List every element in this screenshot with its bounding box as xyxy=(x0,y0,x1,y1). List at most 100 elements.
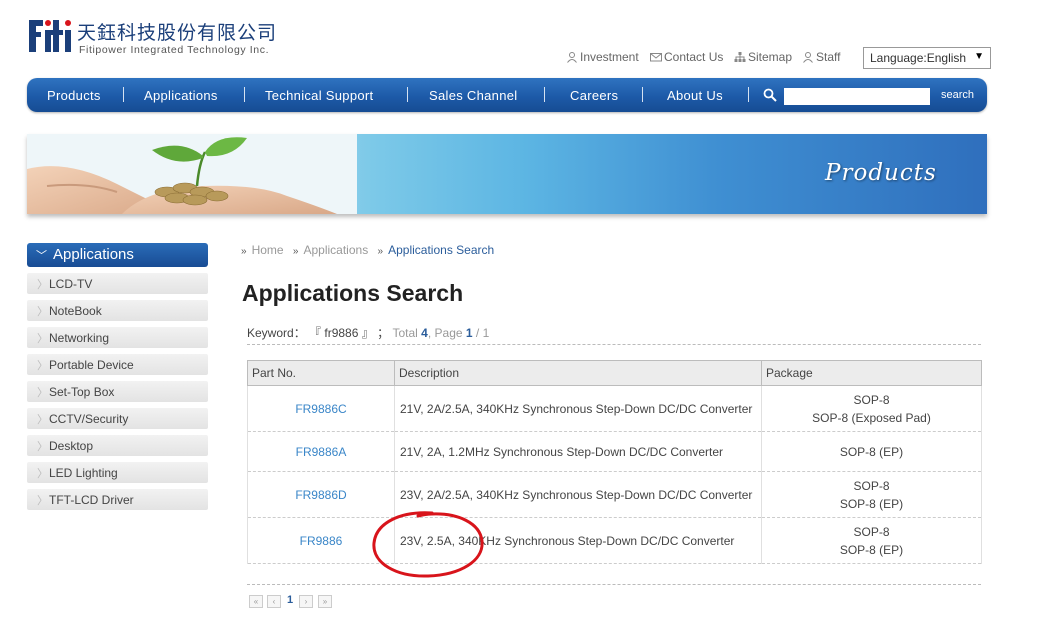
sidebar-item-tft-lcd-driver[interactable]: 〉 TFT-LCD Driver xyxy=(27,489,208,510)
table-row: FR9886 23V, 2.5A, 340KHz Synchronous Ste… xyxy=(247,517,982,564)
search-input[interactable] xyxy=(784,88,930,105)
keyword-separator: ； xyxy=(377,326,390,340)
nav-divider xyxy=(244,87,245,102)
breadcrumb-separator: » xyxy=(241,246,247,257)
dropdown-arrow-icon: ▼ xyxy=(974,51,984,62)
sidebar-item-cctv-security[interactable]: 〉 CCTV/Security xyxy=(27,408,208,429)
chevron-right-icon: 〉 xyxy=(37,414,48,426)
sidebar-item-lcd-tv[interactable]: 〉 LCD-TV xyxy=(27,273,208,294)
breadcrumb-separator: » xyxy=(292,246,299,257)
breadcrumb-applications[interactable]: Applications xyxy=(303,243,368,257)
divider xyxy=(247,584,981,585)
investment-label: Investment xyxy=(580,50,639,64)
red-annotation-circle xyxy=(372,511,484,578)
page-number: 1 xyxy=(465,326,473,340)
chevron-right-icon: 〉 xyxy=(37,495,48,507)
page-total: / 1 xyxy=(475,326,490,340)
contact-us-label: Contact Us xyxy=(664,50,724,64)
sidebar-item-label: TFT-LCD Driver xyxy=(49,493,134,507)
sidebar-item-set-top-box[interactable]: 〉 Set-Top Box xyxy=(27,381,208,402)
chevron-down-icon: ﹀ xyxy=(36,250,47,262)
sidebar-item-label: CCTV/Security xyxy=(49,412,129,426)
company-logo[interactable]: 天鈺科技股份有限公司 Fitipower Integrated Technolo… xyxy=(27,14,287,64)
sidebar-header[interactable]: ﹀ Applications xyxy=(27,243,208,267)
sidebar-item-led-lighting[interactable]: 〉 LED Lighting xyxy=(27,462,208,483)
package-cell: SOP-8 (EP) xyxy=(761,431,982,472)
nav-divider xyxy=(748,87,749,102)
language-value: Language:English xyxy=(870,51,967,65)
part-number-link[interactable]: FR9886A xyxy=(247,431,395,472)
nav-about-us[interactable]: About Us xyxy=(667,88,723,103)
table-row: FR9886C 21V, 2A/2.5A, 340KHz Synchronous… xyxy=(247,385,982,432)
package-value: SOP-8 (Exposed Pad) xyxy=(812,410,931,425)
page-title: Applications Search xyxy=(242,280,464,306)
sidebar-item-notebook[interactable]: 〉 NoteBook xyxy=(27,300,208,321)
search-icon xyxy=(763,88,777,102)
package-value: SOP-8 (EP) xyxy=(839,444,904,459)
sidebar-item-label: Networking xyxy=(49,331,110,345)
language-select[interactable]: Language:English ▼ xyxy=(863,47,991,69)
hands-seedling-image xyxy=(27,134,357,214)
chevron-right-icon: 〉 xyxy=(37,333,48,345)
total-count: 4 xyxy=(421,326,428,340)
main-navbar: Products Applications Technical Support … xyxy=(27,78,987,112)
table-row: FR9886A 21V, 2A, 1.2MHz Synchronous Step… xyxy=(247,431,982,472)
chevron-right-icon: 〉 xyxy=(37,441,48,453)
package-value: SOP-8 xyxy=(853,392,890,407)
sidebar-item-networking[interactable]: 〉 Networking xyxy=(27,327,208,348)
products-banner: Products xyxy=(27,134,987,214)
person-icon xyxy=(803,52,813,63)
nav-careers[interactable]: Careers xyxy=(570,88,618,103)
investment-link[interactable]: Investment xyxy=(566,50,639,64)
company-name-cn: 天鈺科技股份有限公司 xyxy=(77,22,278,44)
column-header-description: Description xyxy=(394,360,762,386)
staff-link[interactable]: Staff xyxy=(802,50,840,64)
package-value: SOP-8 xyxy=(853,478,890,493)
page-label: , Page xyxy=(427,326,463,340)
package-value: SOP-8 (EP) xyxy=(839,542,904,557)
search-button[interactable]: search xyxy=(941,89,974,101)
next-page-button[interactable]: › xyxy=(299,595,313,608)
description-cell: 21V, 2A/2.5A, 340KHz Synchronous Step-Do… xyxy=(394,385,762,432)
nav-sales-channel[interactable]: Sales Channel xyxy=(429,88,517,103)
nav-technical-support[interactable]: Technical Support xyxy=(265,88,373,103)
nav-divider xyxy=(407,87,408,102)
staff-label: Staff xyxy=(816,50,841,64)
package-cell: SOP-8 SOP-8 (EP) xyxy=(761,471,982,518)
last-page-button[interactable]: » xyxy=(318,595,332,608)
sidebar-item-label: LCD-TV xyxy=(49,277,93,291)
sidebar-item-label: Desktop xyxy=(49,439,94,453)
current-page[interactable]: 1 xyxy=(287,594,293,606)
breadcrumb-home[interactable]: Home xyxy=(252,243,284,257)
package-value: SOP-8 xyxy=(853,524,890,539)
table-header-row: Part No. Description Package xyxy=(247,360,982,386)
sitemap-icon xyxy=(734,52,746,62)
banner-title: Products xyxy=(825,160,937,186)
chevron-right-icon: 〉 xyxy=(37,306,48,318)
divider xyxy=(247,344,981,345)
sidebar-item-desktop[interactable]: 〉 Desktop xyxy=(27,435,208,456)
breadcrumb-current: Applications Search xyxy=(388,243,495,257)
chevron-right-icon: 〉 xyxy=(37,468,48,480)
sitemap-link[interactable]: Sitemap xyxy=(734,50,792,64)
first-page-button[interactable]: « xyxy=(249,595,263,608)
part-number-link[interactable]: FR9886C xyxy=(247,385,395,432)
nav-divider xyxy=(123,87,124,102)
envelope-icon xyxy=(650,53,662,62)
breadcrumb-separator: » xyxy=(377,246,384,257)
company-name-en: Fitipower Integrated Technology Inc. xyxy=(79,44,270,56)
description-cell: 21V, 2A, 1.2MHz Synchronous Step-Down DC… xyxy=(394,431,762,472)
keyword-label: Keyword： xyxy=(247,326,306,340)
contact-us-link[interactable]: Contact Us xyxy=(650,50,723,64)
keyword-summary: Keyword： 『 fr9886 』 ； Total 4, Page 1 / … xyxy=(247,324,489,341)
column-header-package: Package xyxy=(761,360,982,386)
nav-applications[interactable]: Applications xyxy=(144,88,218,103)
nav-products[interactable]: Products xyxy=(47,88,101,103)
nav-divider xyxy=(642,87,643,102)
chevron-right-icon: 〉 xyxy=(37,360,48,372)
sidebar-item-portable-device[interactable]: 〉 Portable Device xyxy=(27,354,208,375)
sidebar-item-label: LED Lighting xyxy=(49,466,118,480)
sitemap-label: Sitemap xyxy=(748,50,793,64)
prev-page-button[interactable]: ‹ xyxy=(267,595,281,608)
table-row: FR9886D 23V, 2A/2.5A, 340KHz Synchronous… xyxy=(247,471,982,518)
